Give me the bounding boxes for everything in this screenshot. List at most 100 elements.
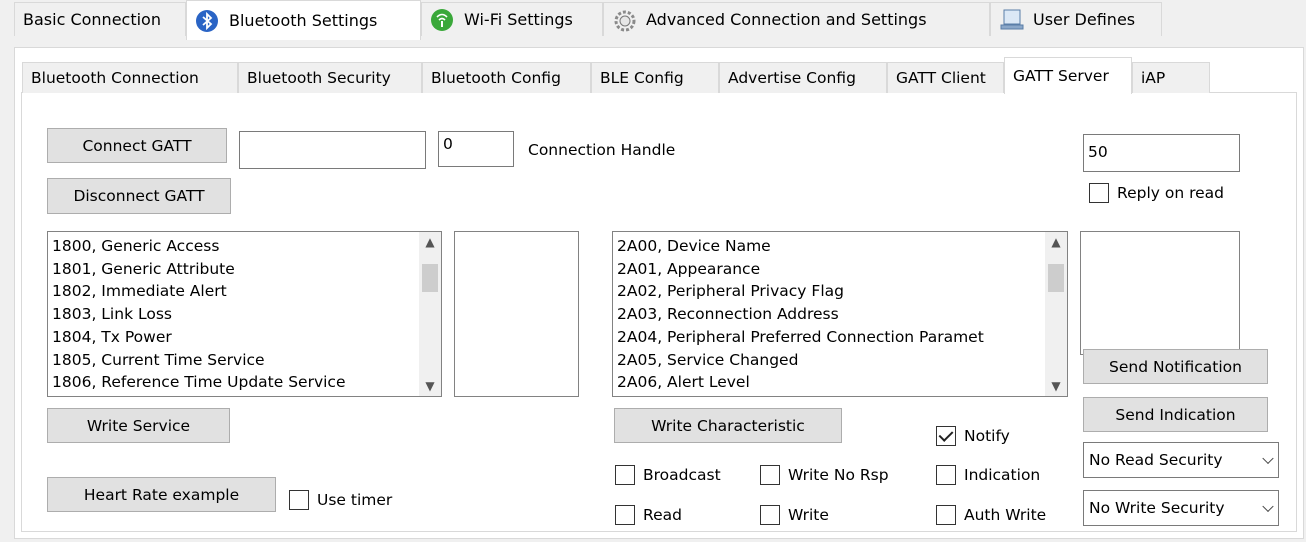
monitor-icon [999,8,1024,32]
list-item[interactable]: 2A02, Peripheral Privacy Flag [617,280,1043,303]
use-timer-checkbox[interactable]: Use timer [289,490,392,510]
tab-gatt-server[interactable]: GATT Server [1004,57,1132,94]
tab-label: iAP [1141,69,1166,87]
checkbox-box [615,465,635,485]
list-item[interactable]: 2A00, Device Name [617,235,1043,258]
list-item[interactable]: 1800, Generic Access [52,235,417,258]
tab-advertise-config[interactable]: Advertise Config [719,62,887,93]
list-item[interactable]: 1804, Tx Power [52,326,417,349]
tab-label: BLE Config [600,69,684,87]
checkbox-label: Indication [964,466,1041,484]
write-no-rsp-checkbox[interactable]: Write No Rsp [760,465,889,485]
list-item[interactable]: 2A01, Appearance [617,258,1043,281]
tab-bluetooth-config[interactable]: Bluetooth Config [422,62,591,93]
broadcast-checkbox[interactable]: Broadcast [615,465,721,485]
scroll-up-icon[interactable]: ▲ [1045,232,1067,252]
tab-advanced-connection[interactable]: Advanced Connection and Settings [603,2,990,36]
send-notification-button[interactable]: Send Notification [1083,349,1268,384]
disconnect-gatt-button[interactable]: Disconnect GATT [47,178,231,214]
list-item[interactable]: 1803, Link Loss [52,303,417,326]
service-value-list[interactable] [454,231,579,397]
tab-label: Wi-Fi Settings [464,10,573,29]
tab-label: Bluetooth Security [247,69,391,87]
checkbox-label: Broadcast [643,466,721,484]
gear-icon [612,8,636,32]
scroll-thumb[interactable] [1048,264,1064,292]
auth-write-checkbox[interactable]: Auth Write [936,505,1046,525]
tab-label: Bluetooth Connection [31,69,199,87]
heart-rate-example-button[interactable]: Heart Rate example [47,477,276,512]
tab-user-defines[interactable]: User Defines [990,2,1162,36]
tab-label: Advertise Config [728,69,856,87]
scroll-down-icon[interactable]: ▼ [1045,376,1067,396]
characteristics-scrollbar[interactable]: ▲ ▼ [1045,232,1067,396]
write-security-select[interactable]: No Write Security [1083,490,1279,526]
tab-label: GATT Client [896,69,986,87]
checkbox-label: Reply on read [1117,184,1224,202]
list-item[interactable]: 2A03, Reconnection Address [617,303,1043,326]
tab-label: GATT Server [1013,67,1109,85]
tab-bluetooth-settings[interactable]: Bluetooth Settings [186,0,421,40]
tab-gatt-client[interactable]: GATT Client [887,62,1004,93]
checkbox-label: Write No Rsp [788,466,889,484]
scroll-up-icon[interactable]: ▲ [419,232,441,252]
send-indication-button[interactable]: Send Indication [1083,397,1268,432]
tab-basic-connection[interactable]: Basic Connection [14,2,186,36]
list-item[interactable]: 1801, Generic Attribute [52,258,417,281]
notify-checkbox[interactable]: Notify [936,426,1010,446]
list-item[interactable]: 2A04, Peripheral Preferred Connection Pa… [617,326,1043,349]
scroll-down-icon[interactable]: ▼ [419,376,441,396]
reply-on-read-checkbox[interactable]: Reply on read [1089,183,1224,203]
tab-label: Bluetooth Config [431,69,561,87]
tab-label: Advanced Connection and Settings [646,10,927,29]
select-value: No Read Security [1089,451,1223,469]
checkbox-box [760,505,780,525]
list-item[interactable]: 1805, Current Time Service [52,349,417,372]
list-item[interactable]: 1802, Immediate Alert [52,280,417,303]
tab-bluetooth-security[interactable]: Bluetooth Security [238,62,422,93]
list-item[interactable]: 2A05, Service Changed [617,349,1043,372]
checkbox-box [1089,183,1109,203]
address-field[interactable] [239,131,426,169]
value-field[interactable]: 50 [1083,134,1240,172]
tab-iap[interactable]: iAP [1132,62,1210,93]
checkbox-label: Read [643,506,682,524]
chevron-down-icon [1262,500,1274,513]
list-item[interactable]: 1806, Reference Time Update Service [52,371,417,394]
checkbox-label: Auth Write [964,506,1047,524]
services-scrollbar[interactable]: ▲ ▼ [419,232,441,396]
list-item[interactable]: 2A06, Alert Level [617,371,1043,394]
checkbox-label: Notify [964,427,1010,445]
bluetooth-icon [195,9,219,33]
tab-label: Basic Connection [23,10,161,29]
connection-handle-field[interactable]: 0 [438,131,514,167]
chevron-down-icon [1262,452,1274,465]
write-checkbox[interactable]: Write [760,505,829,525]
services-items: 1800, Generic Access 1801, Generic Attri… [52,235,417,394]
checkbox-box [936,465,956,485]
tab-label: User Defines [1033,10,1136,29]
read-checkbox[interactable]: Read [615,505,682,525]
characteristics-list[interactable]: 2A00, Device Name 2A01, Appearance 2A02,… [612,231,1068,397]
checkbox-label: Write [788,506,829,524]
write-service-button[interactable]: Write Service [47,408,230,443]
checkbox-label: Use timer [317,491,393,509]
wifi-icon [430,8,454,32]
read-security-select[interactable]: No Read Security [1083,442,1279,478]
connect-gatt-button[interactable]: Connect GATT [47,128,227,163]
characteristic-value-box[interactable] [1080,231,1240,355]
checkbox-box [760,465,780,485]
tab-wifi-settings[interactable]: Wi-Fi Settings [421,2,603,36]
checkbox-box [289,490,309,510]
scroll-thumb[interactable] [422,264,438,292]
tab-bluetooth-connection[interactable]: Bluetooth Connection [22,62,238,93]
write-characteristic-button[interactable]: Write Characteristic [614,408,842,443]
indication-checkbox[interactable]: Indication [936,465,1040,485]
connection-handle-label: Connection Handle [528,141,676,159]
checkbox-box [936,505,956,525]
characteristics-items: 2A00, Device Name 2A01, Appearance 2A02,… [617,235,1043,394]
checkbox-box [615,505,635,525]
tab-ble-config[interactable]: BLE Config [591,62,719,93]
checkbox-box-checked [936,426,956,446]
services-list[interactable]: 1800, Generic Access 1801, Generic Attri… [47,231,442,397]
